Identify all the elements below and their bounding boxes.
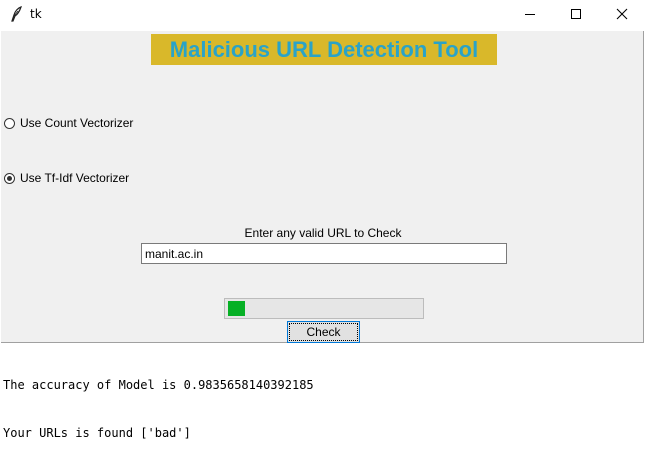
main-frame: Malicious URL Detection Tool Use Count V…: [1, 31, 644, 343]
close-button[interactable]: [599, 0, 645, 29]
maximize-button[interactable]: [553, 0, 599, 29]
minimize-button[interactable]: [507, 0, 553, 29]
window-title: tk: [30, 7, 42, 21]
tfidf-vectorizer-option[interactable]: Use Tf-Idf Vectorizer: [4, 170, 129, 186]
progress-fill: [228, 301, 245, 316]
output-text-area[interactable]: The accuracy of Model is 0.9835658140392…: [3, 345, 643, 440]
progress-bar: [224, 298, 424, 319]
count-vectorizer-radio[interactable]: [4, 117, 15, 129]
window-client: Malicious URL Detection Tool Use Count V…: [0, 29, 645, 440]
count-vectorizer-option[interactable]: Use Count Vectorizer: [4, 115, 133, 131]
url-input[interactable]: [141, 243, 507, 264]
maximize-icon: [571, 9, 581, 19]
tfidf-vectorizer-label[interactable]: Use Tf-Idf Vectorizer: [20, 171, 129, 185]
count-vectorizer-label[interactable]: Use Count Vectorizer: [20, 116, 133, 130]
output-line-result: Your URLs is found ['bad']: [3, 426, 191, 440]
output-line-accuracy: The accuracy of Model is 0.9835658140392…: [3, 378, 314, 392]
tk-feather-icon: [9, 6, 23, 22]
tfidf-vectorizer-radio[interactable]: [4, 172, 15, 184]
check-button[interactable]: Check: [287, 321, 360, 343]
minimize-icon: [525, 14, 535, 15]
close-icon: [616, 8, 628, 20]
url-prompt-label: Enter any valid URL to Check: [244, 226, 402, 240]
app-title: Malicious URL Detection Tool: [151, 34, 497, 65]
title-bar: tk: [0, 0, 645, 29]
